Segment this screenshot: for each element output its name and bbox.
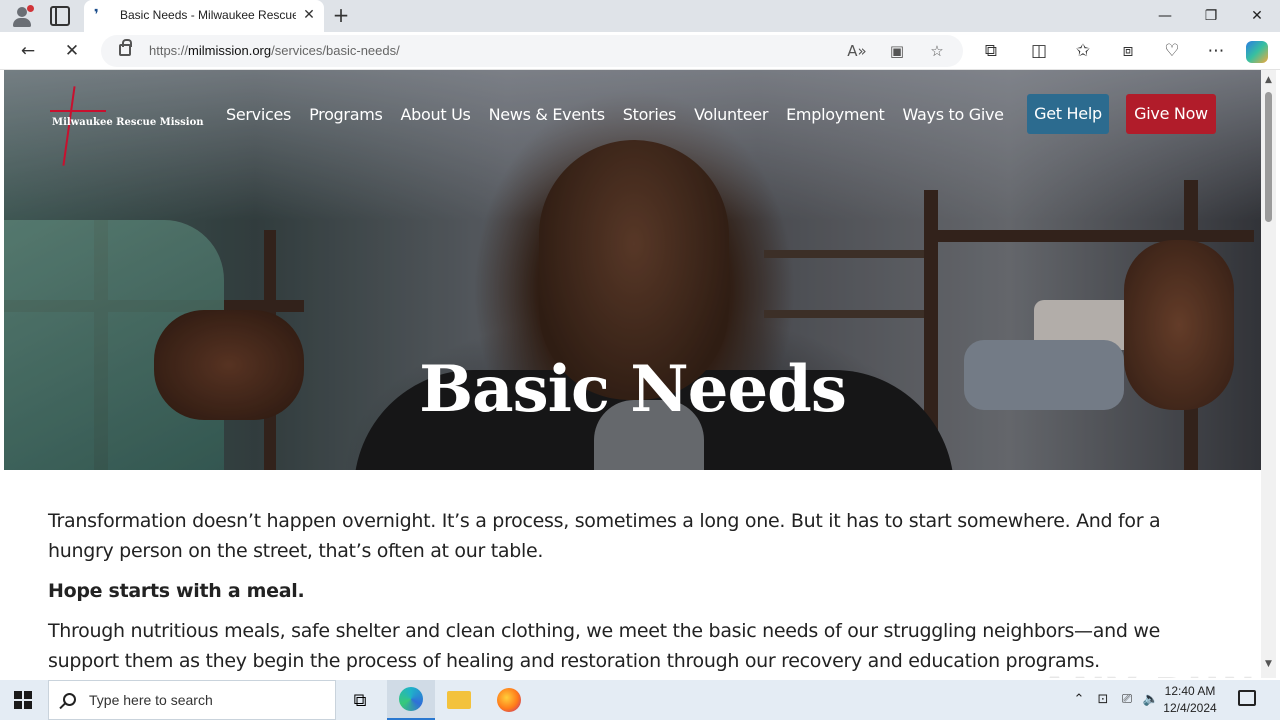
nav-stories[interactable]: Stories xyxy=(623,103,677,127)
scroll-down-icon[interactable]: ▼ xyxy=(1264,660,1273,669)
page-viewport: Milwaukee Rescue Mission Services Progra… xyxy=(4,70,1261,678)
copilot-icon[interactable] xyxy=(1246,41,1268,63)
windows-taskbar: Type here to search ⧉ ⌃ ⊡ ⎚ 🔈 12:40 AM 1… xyxy=(0,680,1280,720)
volume-icon[interactable]: 🔈 xyxy=(1142,691,1160,709)
give-now-button[interactable]: Give Now xyxy=(1126,94,1216,134)
browser-essentials-icon[interactable]: ♡ xyxy=(1161,40,1183,62)
hero-banner: Milwaukee Rescue Mission Services Progra… xyxy=(4,70,1261,470)
network-icon[interactable]: ⎚ xyxy=(1118,691,1136,709)
stop-loading-icon[interactable]: ✕ xyxy=(61,40,83,62)
immersive-reader-icon[interactable]: ▣ xyxy=(887,41,907,61)
body-paragraph: Through nutritious meals, safe shelter a… xyxy=(48,620,1160,672)
scrollbar-thumb[interactable] xyxy=(1265,92,1272,222)
edge-taskbar-icon[interactable] xyxy=(387,680,435,720)
browser-toolbar: ← ✕ https://milmission.org/services/basi… xyxy=(0,32,1280,70)
firefox-icon[interactable] xyxy=(485,680,533,720)
intro-paragraph: Transformation doesn’t happen overnight.… xyxy=(48,510,1161,562)
task-view-icon[interactable]: ⧉ xyxy=(336,680,384,720)
clock-time: 12:40 AM xyxy=(1164,684,1216,698)
search-icon xyxy=(63,693,76,706)
search-placeholder: Type here to search xyxy=(89,692,213,708)
main-nav: Services Programs About Us News & Events… xyxy=(226,103,1022,127)
favorite-star-icon[interactable]: ☆ xyxy=(927,41,947,61)
window-close-button[interactable]: ✕ xyxy=(1242,6,1272,26)
notification-center-icon[interactable] xyxy=(1238,690,1256,706)
minimize-button[interactable]: — xyxy=(1150,6,1180,26)
back-arrow-icon[interactable]: ← xyxy=(17,40,39,62)
nav-programs[interactable]: Programs xyxy=(309,103,383,127)
tab-title: Basic Needs - Milwaukee Rescue xyxy=(120,8,296,22)
page-title: Basic Needs xyxy=(419,352,847,427)
tab-actions-icon[interactable] xyxy=(50,6,70,26)
site-favicon-icon: ❜ xyxy=(94,7,99,23)
taskbar-clock[interactable]: 12:40 AM 12/4/2024 xyxy=(1160,683,1220,717)
extensions-icon[interactable]: ⧉ xyxy=(980,40,1002,62)
nav-news-events[interactable]: News & Events xyxy=(489,103,605,127)
nav-services[interactable]: Services xyxy=(226,103,291,127)
page-content: Transformation doesn’t happen overnight.… xyxy=(48,506,1188,676)
restore-button[interactable]: ❐ xyxy=(1196,6,1226,26)
profile-icon[interactable] xyxy=(10,4,34,28)
settings-more-icon[interactable]: ⋯ xyxy=(1205,40,1227,62)
file-explorer-icon[interactable] xyxy=(435,680,483,720)
browser-tab-active[interactable]: ❜ Basic Needs - Milwaukee Rescue ✕ xyxy=(84,0,324,32)
page-scrollbar[interactable]: ▲ ▼ xyxy=(1261,70,1276,678)
favorites-icon[interactable]: ✩ xyxy=(1072,40,1094,62)
tab-close-icon[interactable]: ✕ xyxy=(300,6,318,24)
new-tab-button[interactable]: + xyxy=(330,5,352,27)
nav-ways-to-give[interactable]: Ways to Give xyxy=(903,103,1005,127)
windows-start-icon[interactable] xyxy=(14,691,32,709)
address-bar[interactable]: https://milmission.org/services/basic-ne… xyxy=(101,35,963,67)
site-logo[interactable]: Milwaukee Rescue Mission xyxy=(50,86,204,166)
nav-employment[interactable]: Employment xyxy=(786,103,885,127)
clock-date: 12/4/2024 xyxy=(1163,701,1217,715)
show-hidden-icons-icon[interactable]: ⌃ xyxy=(1070,691,1088,709)
get-help-button[interactable]: Get Help xyxy=(1027,94,1109,134)
scroll-up-icon[interactable]: ▲ xyxy=(1264,76,1273,85)
split-screen-icon[interactable]: ◫ xyxy=(1028,40,1050,62)
lock-icon[interactable] xyxy=(119,39,132,56)
browser-tabstrip: ❜ Basic Needs - Milwaukee Rescue ✕ + — ❐… xyxy=(0,0,1280,32)
collections-icon[interactable]: ⧈ xyxy=(1117,40,1139,62)
anyrun-watermark: ANY RUN xyxy=(1039,670,1257,678)
nav-about-us[interactable]: About Us xyxy=(401,103,471,127)
section-heading: Hope starts with a meal. xyxy=(48,580,305,602)
read-aloud-icon[interactable]: A» xyxy=(847,41,867,61)
usb-device-icon[interactable]: ⊡ xyxy=(1094,691,1112,709)
taskbar-search-box[interactable]: Type here to search xyxy=(48,680,336,720)
nav-volunteer[interactable]: Volunteer xyxy=(694,103,768,127)
url-text[interactable]: https://milmission.org/services/basic-ne… xyxy=(149,43,400,58)
